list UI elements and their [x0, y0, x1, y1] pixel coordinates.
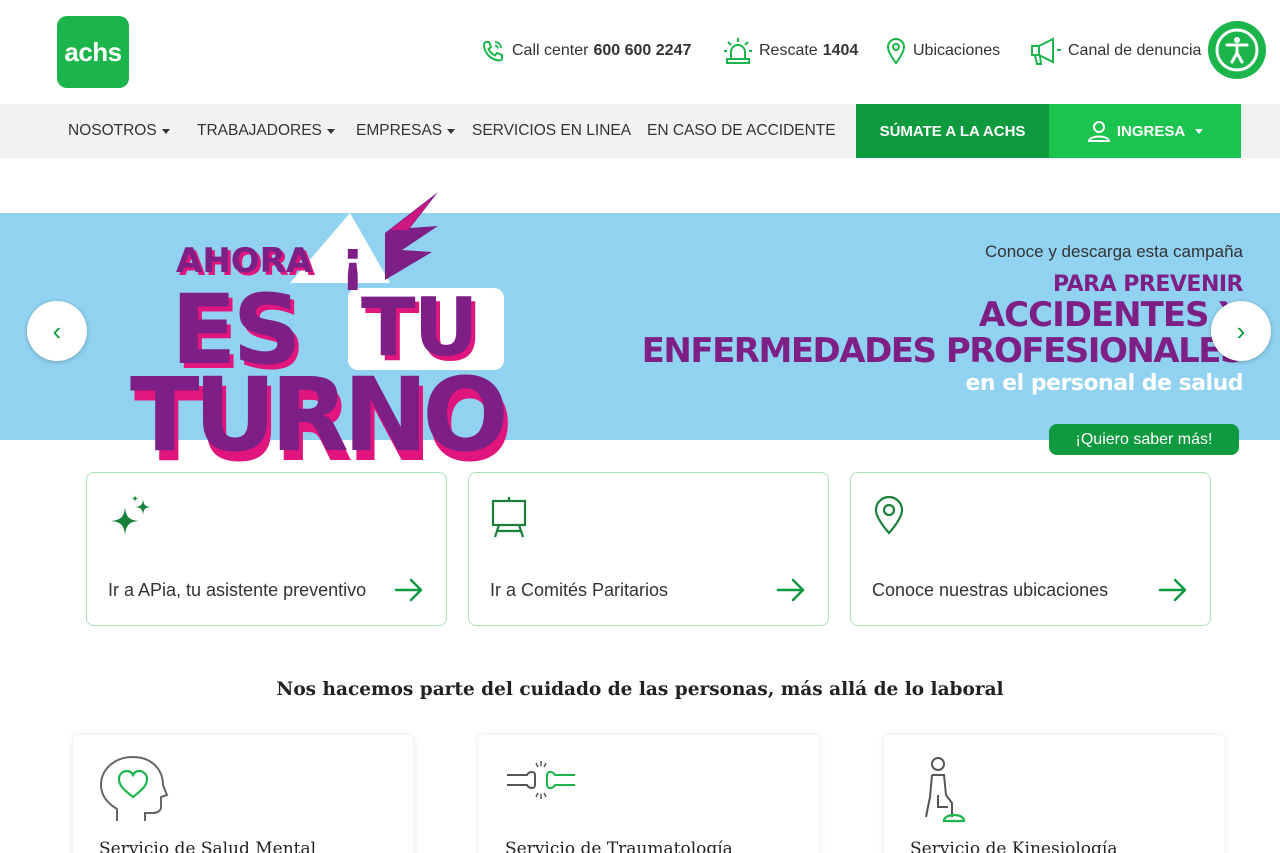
hero-campaign-art: AHORA ¡ ES TU TURNO AHORA ES TU TURNO	[130, 192, 514, 463]
carousel-next-button[interactable]: ›	[1211, 301, 1271, 361]
nav-label: EMPRESAS	[356, 122, 443, 139]
hero-copy: Conoce y descarga esta campaña PARA PREV…	[641, 242, 1245, 396]
service-card-kinesiologia[interactable]: Servicio de Kinesiología	[884, 735, 1224, 853]
quick-link-comites[interactable]: Ir a Comités Paritarios	[468, 472, 829, 626]
call-center-link[interactable]: Call center 600 600 2247	[480, 34, 691, 68]
carousel-prev-button[interactable]: ‹	[27, 301, 87, 361]
hero-line-1: PARA PREVENIR	[1053, 272, 1243, 297]
rescate-link[interactable]: Rescate 1404	[723, 34, 858, 68]
caret-down-icon	[161, 128, 170, 134]
nav-item-trabajadores[interactable]: TRABAJADORES	[197, 104, 335, 158]
section-title: Nos hacemos parte del cuidado de las per…	[276, 679, 1004, 700]
ubicaciones-label: Ubicaciones	[913, 42, 1001, 59]
megaphone-icon	[1031, 37, 1061, 65]
sparkles-icon	[111, 495, 151, 535]
service-label: Servicio de Salud Mental	[99, 839, 317, 853]
quick-link-label: Ir a APia, tu asistente preventivo	[108, 580, 367, 600]
login-label: INGRESA	[1116, 122, 1186, 140]
nav-item-empresas[interactable]: EMPRESAS	[356, 104, 456, 158]
hero-kicker: Conoce y descarga esta campaña	[985, 242, 1243, 261]
arrow-right-icon	[776, 578, 805, 602]
service-label: Servicio de Kinesiología	[910, 839, 1118, 853]
call-center-label: Call center	[512, 42, 589, 59]
service-card-traumatologia[interactable]: Servicio de Traumatología	[479, 735, 819, 853]
siren-icon	[724, 38, 752, 64]
accessibility-icon	[1215, 28, 1259, 72]
service-label: Servicio de Traumatología	[505, 839, 733, 853]
rescate-number: 1404	[822, 42, 859, 59]
logo-text: achs	[64, 36, 122, 67]
location-pin-icon	[874, 495, 904, 535]
achs-logo[interactable]: achs	[57, 16, 129, 88]
phone-icon	[482, 41, 503, 62]
join-label: SÚMATE A LA ACHS	[879, 122, 1026, 140]
canal-denuncia-label: Canal de denuncia	[1068, 42, 1202, 59]
quick-link-ubicaciones[interactable]: Conoce nuestras ubicaciones	[850, 472, 1211, 626]
nav-label: NOSOTROS	[68, 122, 157, 139]
nav-label: SERVICIOS EN LINEA	[472, 122, 632, 139]
join-button[interactable]: SÚMATE A LA ACHS	[856, 104, 1049, 158]
quick-link-apia[interactable]: Ir a APia, tu asistente preventivo	[86, 472, 447, 626]
rescate-label: Rescate	[759, 42, 818, 59]
login-button[interactable]: INGRESA	[1049, 104, 1241, 158]
chevron-right-icon: ›	[1236, 315, 1246, 346]
hero-cta-label: ¡Quiero saber más!	[1075, 430, 1213, 448]
quick-link-label: Ir a Comités Paritarios	[490, 580, 669, 600]
ubicaciones-link[interactable]: Ubicaciones	[885, 34, 1000, 68]
arrow-right-icon	[1158, 578, 1187, 602]
nav-label: TRABAJADORES	[197, 122, 322, 139]
hero-art-turno: TURNO	[130, 356, 504, 463]
canal-denuncia-link[interactable]: Canal de denuncia	[1030, 34, 1201, 68]
bone-joint-icon	[507, 761, 575, 799]
hero-line-4: en el personal de salud	[965, 371, 1243, 396]
head-heart-icon	[99, 755, 169, 821]
accessibility-button[interactable]	[1208, 21, 1266, 79]
nav-item-servicios-en-linea[interactable]: SERVICIOS EN LINEA	[472, 104, 631, 158]
caret-down-icon	[1195, 128, 1204, 134]
user-icon	[1087, 121, 1111, 142]
site-header: achs Call center 600 600 2247 Rescate 14…	[0, 0, 1280, 104]
quick-link-label: Conoce nuestras ubicaciones	[872, 580, 1109, 600]
nav-item-en-caso-de-accidente[interactable]: EN CASO DE ACCIDENTE	[647, 104, 836, 158]
call-center-number: 600 600 2247	[593, 42, 692, 59]
caret-down-icon	[447, 128, 456, 134]
nav-label: EN CASO DE ACCIDENTE	[647, 122, 836, 139]
chevron-left-icon: ‹	[52, 315, 62, 346]
hero-line-3: ENFERMEDADES PROFESIONALES	[641, 331, 1245, 371]
location-pin-icon	[886, 38, 906, 65]
arrow-right-icon	[394, 578, 423, 602]
main-nav: NOSOTROS TRABAJADORES EMPRESAS SERVICIOS…	[0, 104, 1280, 158]
caret-down-icon	[326, 128, 335, 134]
nav-item-nosotros[interactable]: NOSOTROS	[68, 104, 170, 158]
person-step-icon	[925, 757, 966, 823]
service-card-salud-mental[interactable]: Servicio de Salud Mental	[73, 735, 413, 853]
hero-cta-button[interactable]: ¡Quiero saber más!	[1049, 424, 1239, 455]
hero-line-2: ACCIDENTES Y	[978, 295, 1244, 335]
easel-icon	[491, 497, 527, 538]
